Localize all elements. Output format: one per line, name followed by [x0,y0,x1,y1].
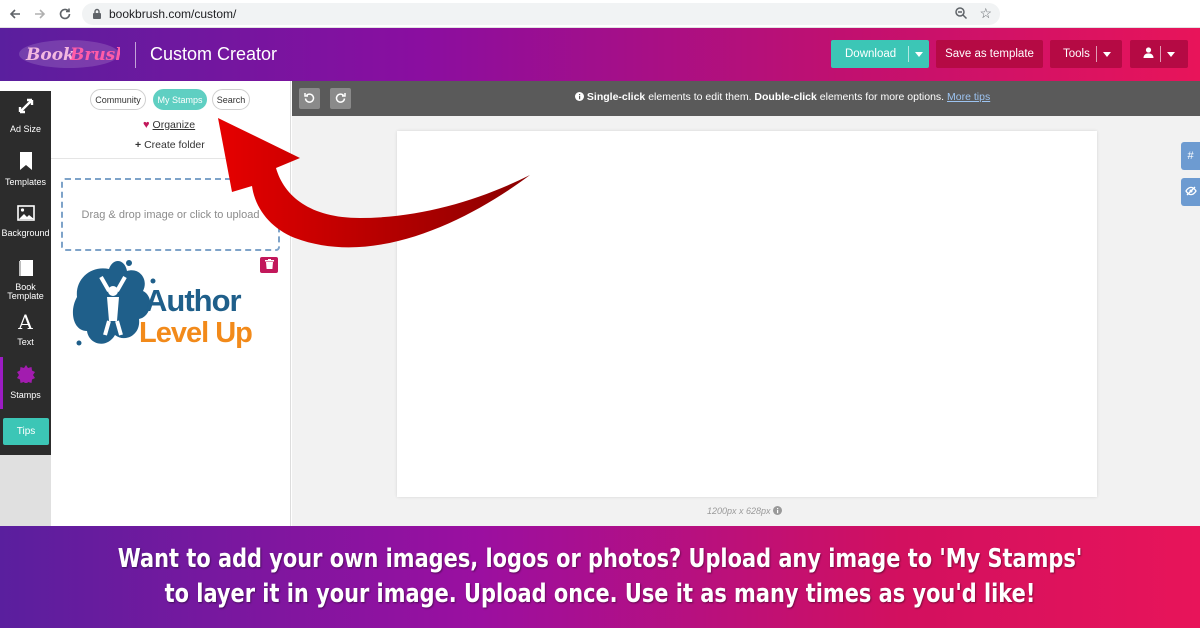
hint-text: elements to edit them. [645,91,755,103]
redo-icon [335,90,346,108]
tab-community[interactable]: Community [90,89,146,110]
tool-text[interactable]: A Text [0,307,51,359]
bookmark-icon [0,152,51,170]
lock-icon [92,7,102,25]
grid-toggle-tab[interactable]: # [1181,142,1200,170]
caption-text: Want to add your own images, logos or ph… [117,544,1083,609]
book-icon [0,259,51,277]
hint-bold-single: Single-click [586,91,646,103]
tool-label: Templates [4,177,47,187]
eye-slash-icon [1184,186,1197,199]
dropzone-text: Drag & drop image or click to upload [81,208,260,221]
star-icon[interactable]: ☆ [979,5,992,22]
redo-button[interactable] [330,88,351,109]
upload-dropzone[interactable]: Drag & drop image or click to upload [61,178,280,251]
divider [1095,46,1097,62]
app-header: Book Brush Custom Creator Download Save … [0,28,1200,81]
create-folder-link[interactable]: + Create folder [135,139,205,151]
forward-icon[interactable] [30,4,50,24]
stamp-logo-line2: Level Up [139,317,253,349]
tool-templates[interactable]: Templates [0,146,51,198]
tools-label: Tools [1063,48,1090,60]
stamp-icon [0,365,51,383]
svg-text:Book: Book [25,45,75,65]
caret-down-icon[interactable] [1102,48,1111,60]
caret-down-icon[interactable] [1167,48,1175,60]
tool-label: Stamps [10,390,41,400]
download-label: Download [845,48,897,60]
size-text: 1200px x 628px [707,506,771,516]
tab-my-stamps[interactable]: My Stamps [153,89,207,110]
back-icon[interactable] [5,4,25,24]
tool-ad-size[interactable]: Ad Size [0,91,51,143]
divider [51,158,290,159]
download-button[interactable]: Download [831,40,929,68]
tool-book-template[interactable]: Book Template [0,253,51,305]
text-icon: A [18,310,33,334]
canvas-size-label: 1200px x 628px [707,506,783,516]
undo-button[interactable] [299,88,320,109]
info-icon[interactable] [773,506,783,516]
save-template-label: Save as template [945,48,1034,60]
design-canvas[interactable] [397,131,1097,497]
divider [1160,46,1161,62]
url-text: bookbrush.com/custom/ [109,7,237,21]
header-divider [135,42,136,68]
tool-label: Background [1,228,50,238]
trash-icon [264,256,274,274]
user-menu-button[interactable] [1130,40,1188,68]
svg-text:Brush: Brush [69,45,120,65]
undo-icon [304,90,315,108]
divider [908,46,910,62]
browser-bar: bookbrush.com/custom/ ☆ [0,0,1200,28]
organize-label: Organize [152,119,196,131]
hint-text: elements for more options. [816,91,948,103]
zoom-icon[interactable] [954,6,968,25]
hint-bold-double: Double-click [754,91,817,103]
tab-search[interactable]: Search [212,89,250,110]
plus-icon: + [135,139,142,151]
user-icon [1143,47,1154,61]
address-bar[interactable]: bookbrush.com/custom/ ☆ [82,3,1000,25]
stamps-panel: Community My Stamps Search ♥ Organize + C… [51,81,291,526]
tool-stamps[interactable]: Stamps [0,359,51,411]
delete-stamp-button[interactable] [260,257,278,273]
save-as-template-button[interactable]: Save as template [936,40,1043,68]
canvas-toolbar: Single-click elements to edit them. Doub… [292,81,1200,116]
more-tips-link[interactable]: More tips [947,91,990,103]
bookbrush-logo[interactable]: Book Brush [18,38,128,70]
heart-icon: ♥ [143,119,150,131]
caption-banner: Want to add your own images, logos or ph… [0,526,1200,628]
tool-background[interactable]: Background [0,199,51,251]
tools-button[interactable]: Tools [1050,40,1122,68]
active-tool-indicator [0,357,3,409]
tool-label: Book Template [7,282,44,301]
expand-arrows-icon [0,97,51,115]
app-title: Custom Creator [150,44,278,64]
sidebar-filler [0,455,51,526]
reload-icon[interactable] [55,4,75,24]
tool-label: Text [17,337,34,347]
tool-label: Ad Size [9,124,42,134]
info-icon [575,91,587,103]
visibility-tab[interactable] [1181,178,1200,206]
image-icon [0,205,51,221]
tips-button[interactable]: Tips [3,418,49,445]
caret-down-icon[interactable] [915,48,924,60]
editing-hint: Single-click elements to edit them. Doub… [575,91,990,103]
stamp-logo-line1: Author [145,283,242,318]
create-folder-label: Create folder [144,139,205,151]
organize-link[interactable]: ♥ Organize [143,119,195,131]
stamp-thumbnail-author-level-up[interactable]: Author Level Up [69,257,274,359]
